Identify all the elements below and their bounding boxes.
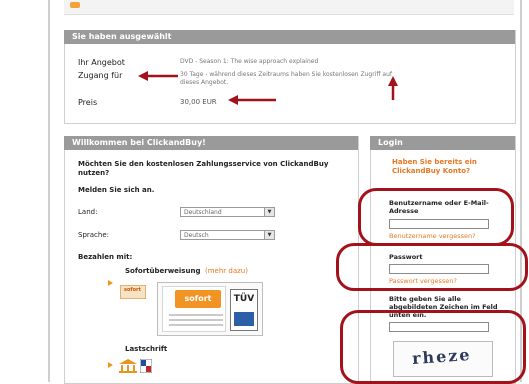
tuv-seal-mark — [234, 312, 254, 326]
chevron-down-icon[interactable]: ▼ — [264, 208, 274, 216]
bullet-arrow-icon — [108, 362, 113, 368]
sofort-small-logo-text: sofort — [124, 287, 141, 293]
chevron-down-icon[interactable]: ▼ — [264, 231, 274, 239]
selection-header: Sie haben ausgewählt — [64, 30, 515, 44]
country-label: Land: — [78, 208, 98, 216]
language-select[interactable]: Deutsch ▼ — [180, 230, 275, 240]
top-strip — [64, 0, 514, 15]
bank-icon[interactable] — [119, 359, 137, 373]
sofort-title[interactable]: Sofortüberweisung — [125, 267, 200, 276]
login-header: Login — [370, 136, 515, 150]
language-label: Sprache: — [78, 231, 110, 239]
access-label: Zugang für — [78, 71, 123, 80]
offer-label: Ihr Angebot — [78, 58, 125, 67]
top-accent-icon — [70, 2, 80, 8]
debit-title[interactable]: Lastschrift — [125, 345, 167, 354]
sofort-logo: sofort — [175, 290, 221, 308]
welcome-header: Willkommen bei ClickandBuy! — [64, 136, 358, 150]
annotation-ring-captcha — [340, 310, 526, 384]
sofort-small-logo[interactable]: sofort — [120, 285, 146, 299]
tuv-seal: TÜV — [230, 289, 258, 331]
access-value: 30 Tage - während dieses Zeitraums haben… — [180, 71, 392, 86]
annotation-arrow-left-icon — [138, 71, 178, 81]
page: Sie haben ausgewählt Ihr Angebot DVD - S… — [0, 0, 529, 384]
pay-with-heading: Bezahlen mit: — [78, 253, 133, 261]
sofort-badge[interactable]: sofort TÜV — [157, 282, 263, 336]
country-select-value: Deutschland — [184, 209, 222, 216]
country-select[interactable]: Deutschland ▼ — [180, 207, 275, 217]
price-value: 30,00 EUR — [180, 98, 217, 106]
direct-debit-icon[interactable] — [140, 359, 152, 373]
price-label: Preis — [78, 98, 98, 107]
sofort-badge-lines — [169, 311, 223, 326]
bullet-arrow-icon — [108, 280, 113, 286]
signup-heading: Melden Sie sich an. — [78, 186, 155, 194]
login-prompt: Haben Sie bereits ein ClickandBuy Konto? — [392, 158, 477, 175]
sofort-more-link[interactable]: (mehr dazu) — [205, 267, 248, 276]
tuv-text: TÜV — [233, 294, 255, 304]
annotation-arrow-left-icon — [228, 95, 276, 105]
language-select-value: Deutsch — [184, 232, 209, 239]
sofort-badge-panel: sofort — [162, 286, 226, 332]
offer-value: DVD - Season 1: The wise approach explai… — [180, 58, 319, 65]
annotation-ring-username — [358, 188, 514, 246]
annotation-arrow-up-icon — [388, 76, 398, 100]
annotation-ring-password — [336, 243, 528, 291]
payment-question: Möchten Sie den kostenlosen Zahlungsserv… — [78, 160, 329, 177]
